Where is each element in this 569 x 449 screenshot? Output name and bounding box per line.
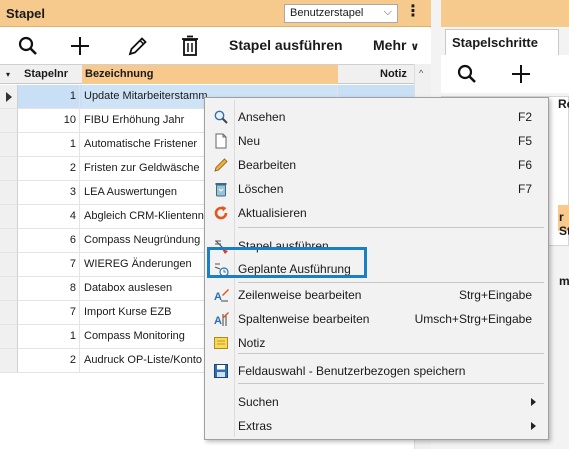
- menu-item-ansehen[interactable]: Ansehen F2: [205, 105, 548, 129]
- column-fragment-me: me: [559, 274, 569, 288]
- stapelschritte-header: [441, 0, 569, 27]
- more-options-button[interactable]: ⋮: [404, 3, 422, 23]
- submenu-arrow-icon: [531, 398, 536, 406]
- row-indicator[interactable]: [0, 253, 18, 276]
- cell-stapelnr: 1: [18, 85, 80, 108]
- menu-item-notiz[interactable]: Notiz: [205, 331, 548, 355]
- chevron-down-icon: ⌵: [383, 6, 392, 18]
- menu-item-shortcut: F5: [517, 134, 532, 148]
- submenu-arrow-icon: [531, 422, 536, 430]
- refresh-icon: [214, 206, 228, 220]
- cell-stapelnr: 8: [18, 277, 80, 300]
- cell-stapelnr: 1: [18, 325, 80, 348]
- cell-stapelnr: 3: [18, 181, 80, 204]
- menu-item-label: Extras: [238, 419, 273, 433]
- cell-stapelnr: 7: [18, 253, 80, 276]
- add-icon[interactable]: [68, 34, 92, 58]
- menu-item-shortcut: F7: [517, 182, 532, 196]
- row-indicator[interactable]: [0, 325, 18, 348]
- row-indicator[interactable]: [0, 349, 18, 372]
- add-icon[interactable]: [509, 62, 533, 86]
- row-indicator[interactable]: [0, 229, 18, 252]
- more-menu-button[interactable]: Mehr ∨: [373, 37, 419, 53]
- row-indicator[interactable]: [0, 157, 18, 180]
- context-menu: Ansehen F2 Neu F5 Bearbeiten F6 Löschen F7 Aktua…: [204, 97, 549, 440]
- cell-stapelnr: 4: [18, 205, 80, 228]
- trash-icon: [215, 183, 227, 197]
- menu-item-label: Neu: [238, 134, 261, 148]
- execute-batch-button[interactable]: Stapel ausführen: [229, 37, 343, 53]
- cell-stapelnr: 2: [18, 157, 80, 180]
- tab-stapelschritte[interactable]: Stapelschritte: [445, 29, 559, 55]
- menu-item-label: Zeilenweise bearbeiten: [238, 288, 362, 302]
- chevron-down-icon: ∨: [410, 41, 420, 53]
- row-indicator[interactable]: [0, 301, 18, 324]
- stapel-toolbar: Stapel ausführen Mehr ∨: [0, 28, 431, 64]
- menu-item-spaltenweise-bearbeiten[interactable]: A Spaltenweise bearbeiten Umsch+Strg+Einga…: [205, 307, 548, 331]
- menu-item-zeilenweise-bearbeiten[interactable]: A Zeilenweise bearbeiten Strg+Eingabe: [205, 283, 548, 307]
- more-menu-label: Mehr: [373, 37, 407, 53]
- highlight-frame: [207, 247, 367, 278]
- row-indicator[interactable]: [0, 181, 18, 204]
- menu-item-löschen[interactable]: Löschen F7: [205, 177, 548, 201]
- column-header-notiz[interactable]: Notiz: [380, 68, 407, 80]
- menu-item-shortcut: Umsch+Strg+Eingabe: [414, 312, 532, 326]
- save-icon: [214, 364, 228, 378]
- column-header-stapelnr[interactable]: Stapelnr: [24, 68, 68, 80]
- app-window: Stapel Benutzerstapel ⌵ ⋮ Stapel ausführ…: [0, 0, 569, 449]
- menu-item-label: Spaltenweise bearbeiten: [238, 312, 370, 326]
- menu-item-label: Bearbeiten: [238, 158, 297, 172]
- menu-item-aktualisieren[interactable]: Aktualisieren: [205, 201, 548, 225]
- menu-item-bearbeiten[interactable]: Bearbeiten F6: [205, 153, 548, 177]
- cell-stapelnr: 6: [18, 229, 80, 252]
- menu-item-label: Suchen: [238, 395, 279, 409]
- svg-text:A: A: [214, 291, 222, 303]
- sort-indicator-icon: ▾: [6, 70, 11, 79]
- grid-header: ▾ Stapelnr Bezeichnung Notiz: [0, 64, 431, 84]
- pencil-icon[interactable]: [126, 34, 150, 58]
- search-icon[interactable]: [16, 34, 40, 58]
- row-edit-icon: A: [214, 289, 229, 303]
- menu-separator: [238, 383, 544, 384]
- svg-text:A: A: [214, 315, 222, 327]
- trash-icon[interactable]: [178, 34, 202, 58]
- menu-item-label: Aktualisieren: [238, 206, 307, 220]
- menu-item-label: Feldauswahl - Benutzerbezogen speichern: [238, 364, 466, 378]
- menu-item-neu[interactable]: Neu F5: [205, 129, 548, 153]
- stapel-panel-header: Stapel Benutzerstapel ⌵ ⋮: [0, 0, 431, 27]
- cell-stapelnr: 10: [18, 109, 80, 132]
- stapelschritte-toolbar: [441, 55, 569, 93]
- row-indicator[interactable]: [0, 205, 18, 228]
- row-indicator[interactable]: [0, 277, 18, 300]
- menu-item-label: Notiz: [238, 336, 266, 350]
- row-indicator[interactable]: [0, 85, 18, 108]
- section-fragment-sta: r Sta: [559, 210, 569, 238]
- menu-item-suchen[interactable]: Suchen: [205, 390, 548, 414]
- menu-item-shortcut: F6: [517, 158, 532, 172]
- menu-separator: [238, 227, 544, 228]
- row-indicator[interactable]: [0, 133, 18, 156]
- row-indicator[interactable]: [0, 109, 18, 132]
- menu-item-extras[interactable]: Extras: [205, 414, 548, 438]
- scroll-up-icon[interactable]: ^: [419, 68, 423, 78]
- stapel-type-value: Benutzerstapel: [290, 7, 364, 19]
- magnifier-icon: [214, 110, 228, 124]
- column-edit-icon: A: [214, 312, 229, 327]
- note-icon: [214, 337, 228, 349]
- menu-item-label: Löschen: [238, 182, 284, 196]
- search-icon[interactable]: [455, 62, 479, 86]
- cell-stapelnr: 7: [18, 301, 80, 324]
- menu-item-label: Ansehen: [238, 110, 286, 124]
- column-fragment-re: Re: [558, 97, 569, 111]
- menu-item-shortcut: Strg+Eingabe: [458, 288, 532, 302]
- new-document-icon: [215, 133, 227, 149]
- column-header-bezeichnung[interactable]: Bezeichnung: [82, 65, 338, 84]
- menu-item-feldauswahl-benutzerbezogen-speichern[interactable]: Feldauswahl - Benutzerbezogen speichern: [205, 359, 548, 383]
- menu-item-shortcut: F2: [517, 110, 532, 124]
- cell-stapelnr: 2: [18, 349, 80, 372]
- pencil-icon: [214, 158, 228, 172]
- stapel-type-select[interactable]: Benutzerstapel ⌵: [284, 4, 398, 23]
- panel-title: Stapel: [6, 6, 46, 21]
- cell-stapelnr: 1: [18, 133, 80, 156]
